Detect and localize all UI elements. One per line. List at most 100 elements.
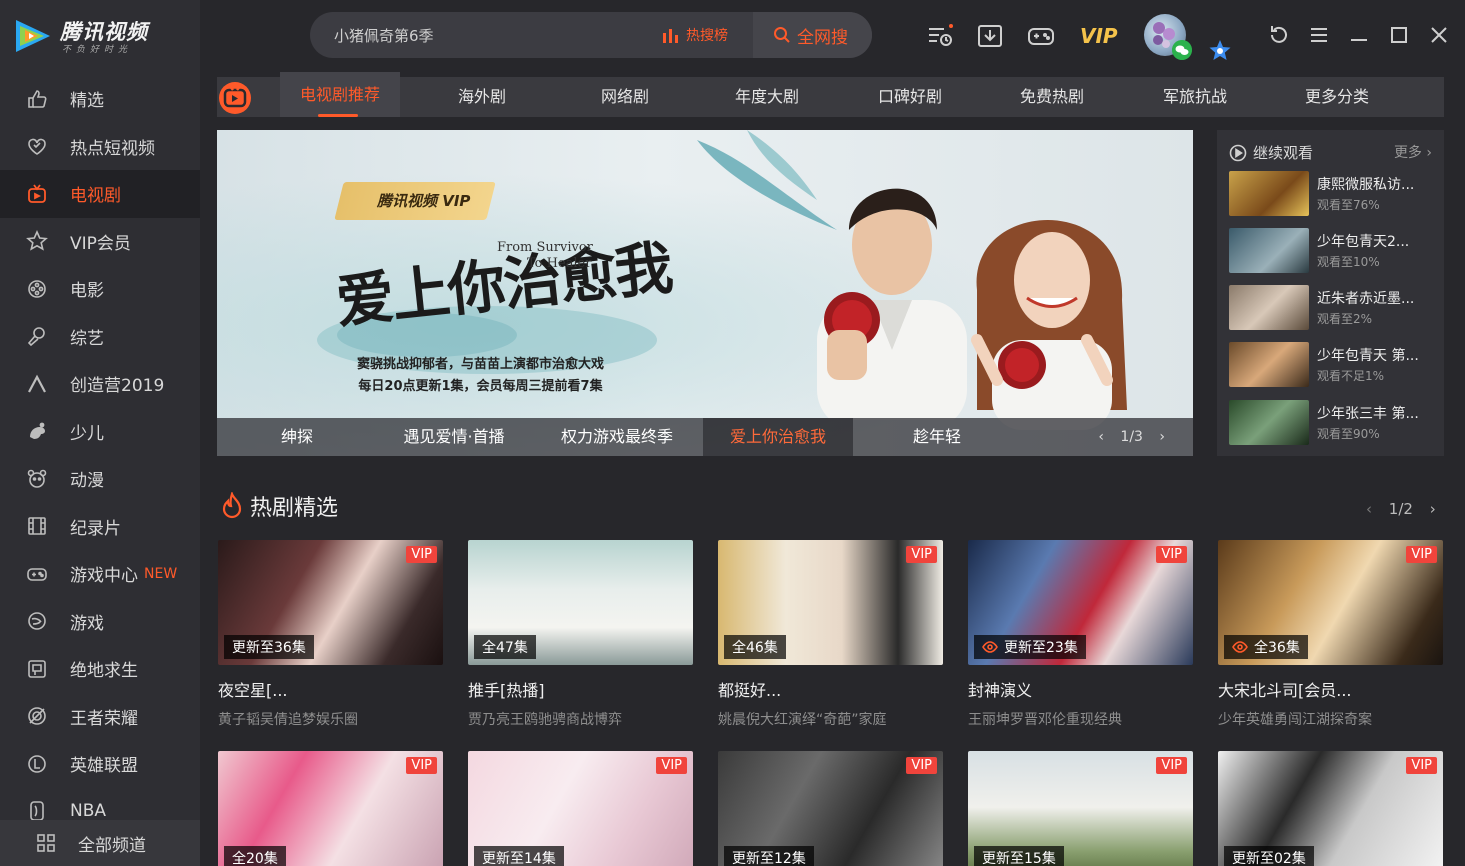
vip-badge: VIP: [906, 546, 937, 563]
video-card[interactable]: VIP 更新至02集: [1218, 751, 1443, 866]
sidebar-item-vip[interactable]: VIP会员: [0, 218, 200, 266]
sidebar-item-variety[interactable]: 综艺: [0, 313, 200, 361]
video-card[interactable]: VIP 更新至12集: [718, 751, 943, 866]
sidebar-item-featured[interactable]: 精选: [0, 75, 200, 123]
banner-strip-item[interactable]: 遇见爱情·首播: [379, 418, 529, 456]
episode-badge: 更新至02集: [1224, 846, 1314, 866]
video-title: 封神演义: [968, 681, 1033, 700]
vip-toolbar-button[interactable]: VIP: [1080, 24, 1118, 48]
tab-top-rated[interactable]: 口碑好剧: [850, 77, 970, 117]
video-description: 王丽坤罗晋邓伦重现经典: [968, 712, 1122, 728]
chevron-right-icon[interactable]: ›: [1430, 500, 1436, 518]
sidebar-item-kids[interactable]: 少儿: [0, 408, 200, 456]
maximize-icon[interactable]: [1388, 24, 1410, 46]
download-icon[interactable]: [976, 22, 1004, 50]
logo[interactable]: 腾讯视频 不负好时光: [12, 14, 182, 58]
continue-watching-item[interactable]: 少年包青天 第... 观看不足1%: [1229, 342, 1437, 388]
episode-label: 更新至02集: [1232, 851, 1306, 866]
sidebar-item-anime[interactable]: 动漫: [0, 455, 200, 503]
hero-banner[interactable]: 腾讯视频 VIP 爱上你治愈我 From Survivor To Healer 窦…: [217, 130, 1193, 456]
chevron-left-icon[interactable]: ‹: [1098, 429, 1104, 445]
episode-label: 全20集: [232, 851, 278, 866]
film-reel-icon: [28, 279, 46, 298]
chevron-right-icon[interactable]: ›: [1159, 429, 1165, 445]
banner-subtitle-line: 窦骁挑战抑郁者，与苗苗上演都市治愈大戏: [357, 357, 605, 372]
tencent-video-logo-icon: [16, 20, 50, 52]
menu-icon[interactable]: [1308, 24, 1330, 46]
game-controller-icon[interactable]: [1027, 22, 1055, 50]
episode-label: 更新至36集: [232, 640, 306, 656]
video-card[interactable]: VIP 全46集 都挺好... 姚晨倪大红演绎“奇葩”家庭: [718, 540, 943, 729]
film-strip-icon: [28, 517, 46, 536]
tab-annual-drama[interactable]: 年度大剧: [707, 77, 827, 117]
all-channels-label: 全部频道: [78, 835, 146, 856]
video-card[interactable]: VIP 更新至14集: [468, 751, 693, 866]
vip-badge: VIP: [656, 757, 687, 774]
lol-icon: [28, 754, 46, 773]
chevron-left-icon[interactable]: ‹: [1366, 500, 1372, 518]
history-list-icon[interactable]: [926, 22, 954, 50]
sidebar-item-documentary[interactable]: 纪录片: [0, 503, 200, 551]
continue-watching-item[interactable]: 康熙微服私访... 观看至76%: [1229, 171, 1437, 217]
tab-label: 更多分类: [1304, 87, 1369, 106]
video-card[interactable]: 全47集 推手[热播] 贾乃亮王鸥驰骋商战博弈: [468, 540, 693, 729]
banner-page-indicator: 1/3: [1120, 429, 1143, 445]
hot-rank-label: 热搜榜: [686, 28, 728, 44]
tab-overseas[interactable]: 海外剧: [422, 77, 542, 117]
video-card[interactable]: VIP 更新至15集: [968, 751, 1193, 866]
minimize-icon[interactable]: [1348, 24, 1370, 46]
video-title: 少年包青天 第...: [1317, 348, 1419, 364]
video-card[interactable]: VIP 全20集: [218, 751, 443, 866]
new-badge: NEW: [144, 565, 178, 582]
all-channels-button[interactable]: 全部频道: [0, 820, 200, 866]
banner-subtitle-line: 每日20点更新1集，会员每周三提前看7集: [358, 379, 603, 394]
search-button[interactable]: 全网搜: [753, 12, 872, 58]
continue-watching-item[interactable]: 少年包青天2... 观看至10%: [1229, 228, 1437, 274]
sidebar-item-label: 电影: [70, 281, 104, 302]
episode-label: 更新至14集: [482, 851, 556, 866]
video-poster: VIP 更新至23集: [968, 540, 1193, 665]
sidebar-item-lol[interactable]: 英雄联盟: [0, 740, 200, 788]
sidebar-item-tv-series[interactable]: 电视剧: [0, 170, 200, 218]
video-card[interactable]: VIP 更新至23集 封神演义 王丽坤罗晋邓伦重现经典: [968, 540, 1193, 729]
sidebar-item-honor-of-kings[interactable]: 王者荣耀: [0, 693, 200, 741]
video-card[interactable]: VIP 更新至36集 夜空星[... 黄子韬吴倩追梦娱乐圈: [218, 540, 443, 729]
hot-rank-link[interactable]: 热搜榜: [662, 25, 728, 45]
tab-free-hot[interactable]: 免费热剧: [992, 77, 1112, 117]
sidebar-item-pubg[interactable]: 绝地求生: [0, 645, 200, 693]
continue-watching-title: 继续观看: [1253, 144, 1314, 162]
tab-more-categories[interactable]: 更多分类: [1277, 77, 1397, 117]
tab-web-series[interactable]: 网络剧: [565, 77, 685, 117]
video-card[interactable]: VIP 全36集 大宋北斗司[会员... 少年英雄勇闯江湖探奇案: [1218, 540, 1443, 729]
banner-strip-item[interactable]: 权力游戏最终季: [542, 418, 692, 456]
tab-tv-recommend[interactable]: 电视剧推荐: [280, 72, 400, 117]
continue-watching-item[interactable]: 少年张三丰 第... 观看至90%: [1229, 400, 1437, 446]
episode-label: 全47集: [482, 640, 528, 656]
sidebar-item-label: 综艺: [70, 328, 104, 349]
tab-label: 电视剧推荐: [299, 85, 380, 104]
sidebar-item-label: 精选: [70, 91, 104, 112]
banner-strip-item[interactable]: 绅探: [222, 418, 372, 456]
episode-label: 更新至23集: [1004, 640, 1078, 656]
banner-strip-item-active[interactable]: 爱上你治愈我: [703, 418, 853, 456]
continue-watching-more-link[interactable]: 更多 ›: [1394, 142, 1432, 162]
close-icon[interactable]: [1428, 24, 1450, 46]
banner-strip-item[interactable]: 趁年轻: [862, 418, 1012, 456]
level-star-icon[interactable]: [1207, 38, 1233, 64]
sidebar-item-label: VIP会员: [70, 233, 131, 254]
search-input[interactable]: [334, 12, 644, 58]
sidebar-item-produce-camp[interactable]: 创造营2019: [0, 360, 200, 408]
sidebar-item-movie[interactable]: 电影: [0, 265, 200, 313]
sidebar-item-hot-short-video[interactable]: 热点短视频: [0, 123, 200, 171]
tab-label: 网络剧: [600, 87, 649, 106]
sidebar-item-game-center[interactable]: 游戏中心 NEW: [0, 550, 200, 598]
sidebar-item-label: 电视剧: [70, 186, 121, 207]
continue-watching-item[interactable]: 近朱者赤近墨... 观看至2%: [1229, 285, 1437, 331]
refresh-icon[interactable]: [1268, 24, 1290, 46]
sidebar-item-games[interactable]: 游戏: [0, 598, 200, 646]
video-thumbnail: [1229, 400, 1309, 445]
video-title: 都挺好...: [718, 681, 782, 700]
tab-military[interactable]: 军旅抗战: [1135, 77, 1255, 117]
sidebar-item-label: 游戏: [70, 613, 104, 634]
watch-progress: 观看不足1%: [1317, 369, 1385, 383]
